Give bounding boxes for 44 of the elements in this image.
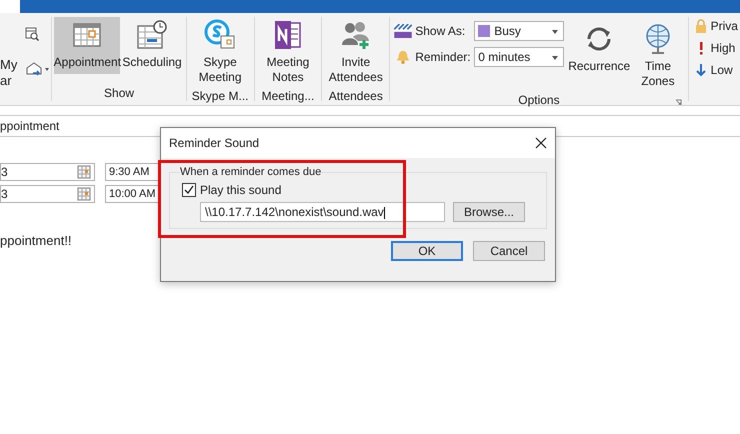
dialog-launcher-icon[interactable] [674, 99, 682, 106]
group-label: Attendees [328, 89, 384, 104]
browse-button[interactable]: Browse... [453, 202, 525, 222]
button-label: ar [0, 73, 13, 89]
down-arrow-icon [694, 63, 707, 77]
status-stripes-icon [394, 24, 412, 38]
button-label: My [0, 57, 18, 73]
ribbon-button[interactable]: Invite Attendees [324, 17, 388, 89]
view-button[interactable]: Appointment [54, 17, 120, 74]
schedule-clock-icon [136, 19, 168, 51]
ribbon-button[interactable]: Skype Meeting [188, 17, 252, 89]
group-label: Show [103, 86, 136, 101]
lock-icon [694, 19, 707, 33]
show-as-dropdown[interactable]: Busy [474, 21, 564, 41]
ribbon-button[interactable]: Recurrence [566, 17, 632, 78]
cancel-button[interactable]: Cancel [473, 241, 545, 261]
checkbox[interactable] [182, 183, 196, 197]
ribbon-button[interactable]: Meeting Notes [256, 17, 320, 89]
checkbox-label[interactable]: Play this sound [200, 183, 282, 197]
tag-button[interactable]: Low [694, 61, 738, 79]
calendar-search-icon[interactable] [25, 27, 40, 41]
group-label: Skype M... [190, 89, 250, 104]
date-field[interactable]: 3 [0, 185, 95, 203]
calendar-icon[interactable] [77, 187, 91, 201]
busy-swatch-icon [478, 25, 490, 37]
date-field[interactable]: 3 [0, 163, 95, 181]
field-label: Show As: [415, 24, 466, 38]
people-add-icon [340, 19, 372, 51]
message-body: ppointment!! [0, 233, 72, 248]
tag-button[interactable]: Priva [694, 17, 738, 35]
reminder-dropdown[interactable]: 0 minutes [474, 47, 564, 67]
dialog-title: Reminder Sound [169, 136, 260, 150]
ribbon-button[interactable]: Time Zones [632, 17, 684, 93]
view-button[interactable]: Scheduling [120, 17, 184, 74]
calendar-icon[interactable] [77, 165, 91, 179]
group-label: Options [518, 93, 560, 108]
path-field[interactable]: \\10.17.7.142\nonexist\sound.wav [200, 202, 445, 222]
group-label: Meeting... [260, 89, 316, 104]
close-icon[interactable] [535, 137, 547, 149]
ok-button[interactable]: OK [391, 241, 463, 261]
tag-button[interactable]: High [694, 39, 738, 57]
group-label: When a reminder comes due [180, 166, 322, 178]
field-label: Reminder: [415, 50, 472, 64]
skype-calendar-icon [204, 19, 236, 51]
